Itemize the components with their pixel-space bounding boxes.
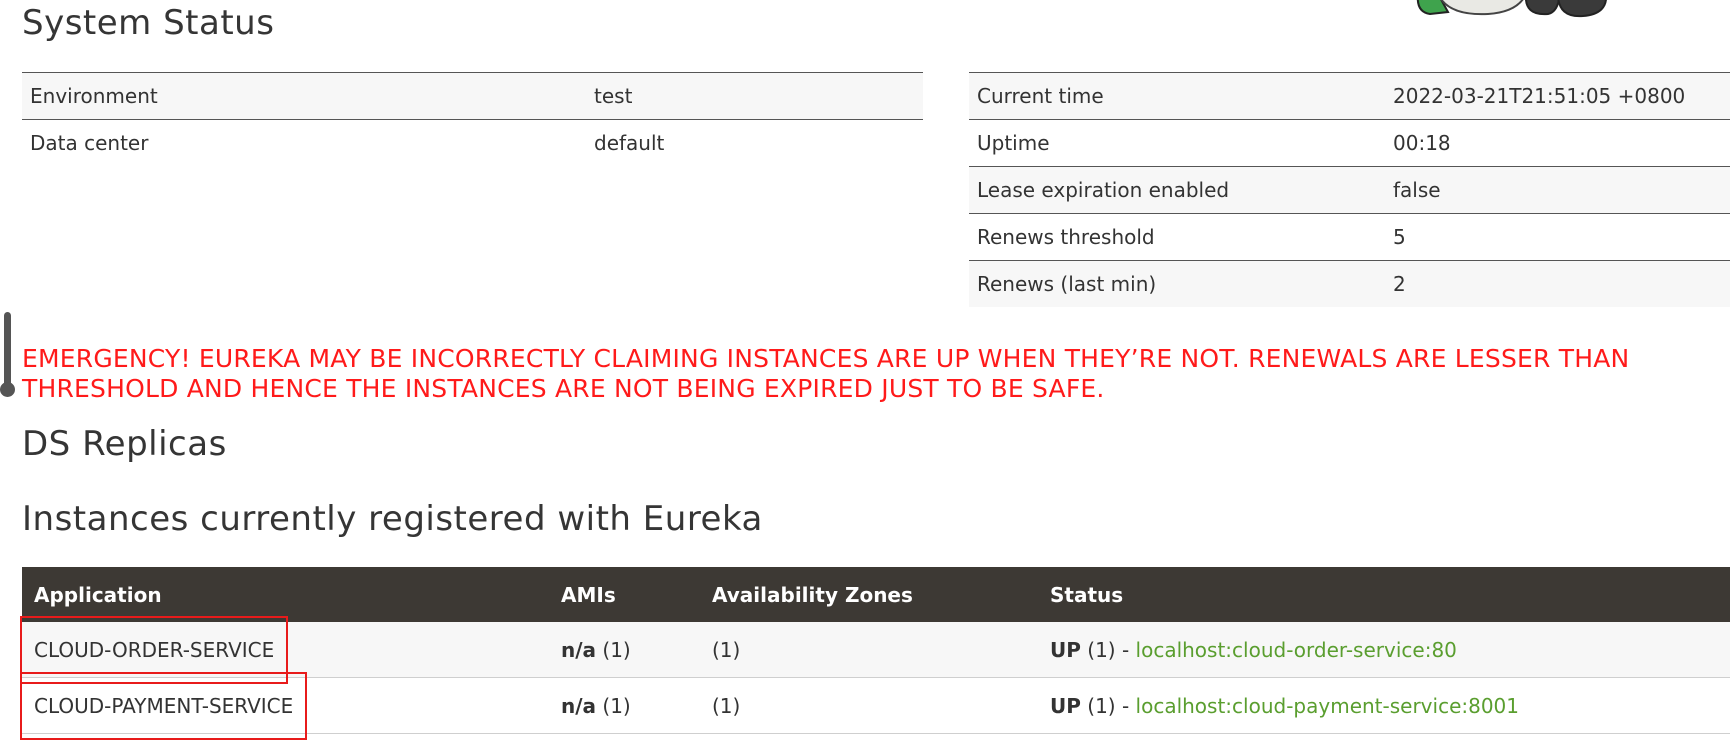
status-cell: UP (1) - localhost:cloud-payment-service… [1038,677,1730,734]
table-row: Lease expiration enabled false [969,166,1730,214]
column-header-amis: AMIs [549,567,700,622]
status-label: UP [1050,693,1081,718]
amis-label: n/a [561,637,597,662]
uptime-value: 00:18 [1385,119,1730,167]
table-row: CLOUD-PAYMENT-SERVICE n/a (1) (1) UP (1)… [19,671,1730,740]
table-row: Data center default [22,120,923,167]
column-header-application: Application [22,567,549,622]
application-name: CLOUD-ORDER-SERVICE [19,615,289,684]
table-row: Renews (last min) 2 [969,260,1730,307]
application-name: CLOUD-PAYMENT-SERVICE [19,671,308,740]
availability-zones-cell: (1) [700,677,1038,734]
environment-value: test [586,72,923,120]
amis-count: (1) [602,637,631,662]
emergency-warning: EMERGENCY! EUREKA MAY BE INCORRECTLY CLA… [22,344,1730,404]
lease-expiration-value: false [1385,166,1730,214]
column-header-availability-zones: Availability Zones [700,567,1038,622]
runtime-status-table: Current time 2022-03-21T21:51:05 +0800 U… [969,72,1730,307]
instances-table: Application AMIs Availability Zones Stat… [19,567,1730,740]
environment-label: Environment [22,72,586,120]
table-row: Environment test [22,72,923,120]
renews-last-min-label: Renews (last min) [969,260,1385,307]
current-time-value: 2022-03-21T21:51:05 +0800 [1385,72,1730,120]
instance-link[interactable]: localhost:cloud-payment-service:8001 [1136,694,1519,718]
eureka-dashboard: System Status Environment test Data cent… [0,0,1730,741]
uptime-label: Uptime [969,119,1385,167]
status-count: (1) - [1087,637,1130,662]
data-center-value: default [594,131,665,155]
column-header-status: Status [1038,567,1730,622]
instance-link[interactable]: localhost:cloud-order-service:80 [1136,638,1457,662]
table-header-row: Application AMIs Availability Zones Stat… [22,567,1730,622]
lease-expiration-label: Lease expiration enabled [969,166,1385,214]
amis-label: n/a [561,693,597,718]
table-row: Current time 2022-03-21T21:51:05 +0800 [969,72,1730,120]
system-status-title: System Status [22,3,275,43]
ds-replicas-title: DS Replicas [22,424,227,464]
status-cell: UP (1) - localhost:cloud-order-service:8… [1038,622,1730,678]
amis-count: (1) [602,693,631,718]
table-row: Renews threshold 5 [969,213,1730,261]
status-count: (1) - [1087,693,1130,718]
status-label: UP [1050,637,1081,662]
availability-zones-cell: (1) [700,622,1038,678]
amis-cell: n/a (1) [549,677,700,734]
eureka-mascot-image [1416,0,1607,18]
emergency-line-1: EMERGENCY! EUREKA MAY BE INCORRECTLY CLA… [22,344,1630,373]
renews-last-min-value: 2 [1385,260,1730,307]
renews-threshold-label: Renews threshold [969,213,1385,261]
thermometer-icon [0,312,15,397]
table-row: CLOUD-ORDER-SERVICE n/a (1) (1) UP (1) -… [19,615,1730,684]
renews-threshold-value: 5 [1385,213,1730,261]
application-cell: CLOUD-ORDER-SERVICE [19,615,549,684]
current-time-label: Current time [969,72,1385,120]
table-row: Uptime 00:18 [969,119,1730,167]
emergency-line-2: THRESHOLD AND HENCE THE INSTANCES ARE NO… [22,374,1105,403]
instances-title: Instances currently registered with Eure… [22,499,763,539]
amis-cell: n/a (1) [549,622,700,678]
environment-table: Environment test Data center default [22,72,923,166]
data-center-label: Data center [30,131,149,155]
application-cell: CLOUD-PAYMENT-SERVICE [19,671,549,740]
